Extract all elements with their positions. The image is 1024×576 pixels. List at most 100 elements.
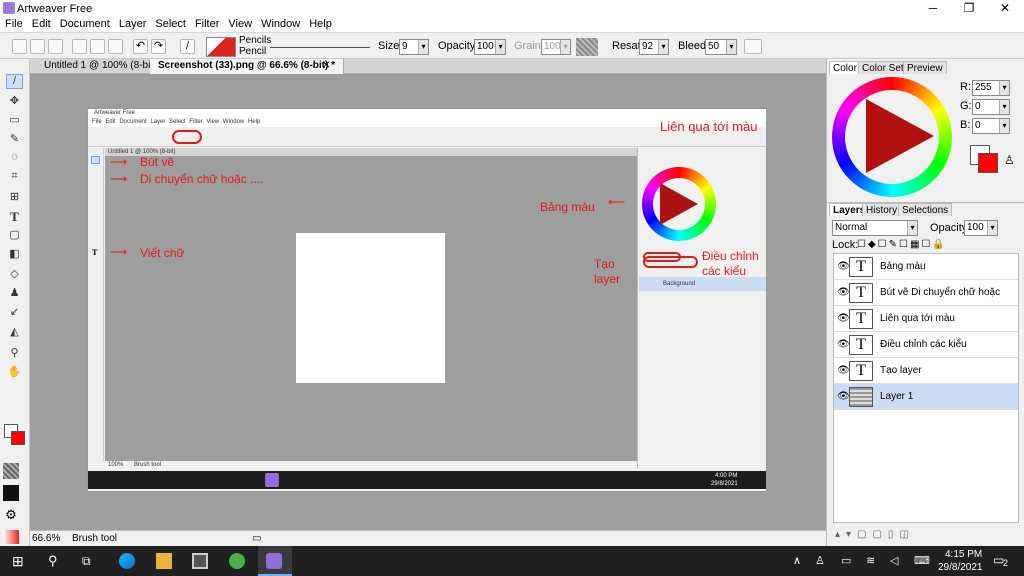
- menu-window[interactable]: Window: [256, 17, 304, 30]
- text-layer-icon: T: [849, 309, 873, 329]
- color-triangle[interactable]: [866, 99, 934, 173]
- move-tool-icon[interactable]: ✥: [6, 94, 23, 109]
- grain-input[interactable]: 100: [541, 39, 571, 55]
- brush-tool-icon[interactable]: /: [6, 74, 23, 89]
- shape-tool-icon[interactable]: ▢: [6, 228, 23, 243]
- zoom-tool-icon[interactable]: ⚲: [6, 346, 23, 361]
- cut-icon[interactable]: [72, 39, 87, 54]
- new-icon[interactable]: [12, 39, 27, 54]
- grain-texture-icon[interactable]: [576, 38, 598, 56]
- gear-icon[interactable]: ⚙: [3, 507, 19, 523]
- blend-mode-select[interactable]: Normal: [832, 220, 918, 236]
- tab-selections[interactable]: Selections: [898, 203, 953, 216]
- rect-select-tool-icon[interactable]: ▭: [6, 113, 23, 128]
- tab-untitled-1[interactable]: Untitled 1 @ 100% (8-bit): [36, 59, 166, 74]
- undo-icon[interactable]: ↶: [133, 39, 148, 54]
- g-input[interactable]: 0: [972, 99, 1010, 115]
- crop-tool-icon[interactable]: ⌗: [6, 170, 23, 185]
- menu-document[interactable]: Document: [55, 17, 114, 30]
- eye-icon[interactable]: 👁: [837, 287, 850, 298]
- r-input[interactable]: 255: [972, 80, 1010, 96]
- gradient-tool-icon[interactable]: ◧: [6, 247, 23, 262]
- lasso-tool-icon[interactable]: ◌: [6, 151, 23, 166]
- b-input[interactable]: 0: [972, 118, 1010, 134]
- status-options-icon[interactable]: ▭: [252, 533, 261, 544]
- resat-input[interactable]: 92: [639, 39, 669, 55]
- menu-filter[interactable]: Filter: [190, 17, 223, 30]
- eye-icon[interactable]: 👁: [837, 261, 850, 272]
- search-icon[interactable]: ⚲: [48, 553, 64, 569]
- task-view-icon[interactable]: ⧉: [82, 553, 98, 569]
- wifi-icon[interactable]: ≋: [866, 554, 875, 567]
- menu-select[interactable]: Select: [150, 17, 190, 30]
- opacity-input[interactable]: 100: [474, 39, 506, 55]
- brush-icon[interactable]: /: [180, 39, 195, 54]
- tab-preview[interactable]: Preview: [903, 61, 947, 74]
- store-icon[interactable]: [192, 553, 208, 569]
- eye-icon[interactable]: 👁: [837, 313, 850, 324]
- size-input[interactable]: 9: [399, 39, 429, 55]
- fill-tool-icon[interactable]: ◭: [6, 325, 23, 340]
- tab-color[interactable]: Color: [829, 61, 861, 74]
- tab-screenshot[interactable]: Screenshot (33).png @ 66.6% (8-bit) *: [150, 59, 345, 74]
- save-icon[interactable]: [48, 39, 63, 54]
- pen-tool-icon[interactable]: ✎: [6, 132, 23, 147]
- file-explorer-icon[interactable]: [156, 553, 172, 569]
- menu-view[interactable]: View: [223, 17, 256, 30]
- hand-tool-icon[interactable]: ✋: [6, 365, 23, 380]
- clock-date[interactable]: 29/8/2021: [938, 562, 983, 573]
- language-icon[interactable]: ⌨: [914, 554, 930, 567]
- battery-icon[interactable]: ▭: [841, 554, 851, 567]
- close-tab-icon[interactable]: ✕: [322, 60, 330, 71]
- menu-layer[interactable]: Layer: [114, 17, 151, 30]
- windows-start-icon[interactable]: ⊞: [12, 553, 28, 569]
- tab-history[interactable]: History: [862, 203, 902, 216]
- eraser-tool-icon[interactable]: ◇: [6, 267, 23, 282]
- edge-icon[interactable]: [119, 553, 135, 569]
- layer-opacity-input[interactable]: 100: [964, 220, 998, 236]
- smudge-tool-icon[interactable]: ♟: [6, 286, 23, 301]
- layer-row-selected[interactable]: 👁 Layer 1: [834, 384, 1018, 410]
- paper-texture-icon[interactable]: [3, 463, 19, 479]
- stamp-tool-icon[interactable]: ⊞: [6, 190, 23, 205]
- close-button[interactable]: ✕: [988, 0, 1022, 17]
- brush-preset-icon[interactable]: [206, 37, 236, 57]
- text-tool-icon[interactable]: T: [6, 209, 23, 224]
- open-icon[interactable]: [30, 39, 45, 54]
- bleed-input[interactable]: 50: [705, 39, 737, 55]
- maximize-button[interactable]: ❐: [952, 0, 986, 17]
- lock-icons[interactable]: ☐◆☐✎☐▦☐🔒: [857, 239, 947, 250]
- eyedropper-tool-icon[interactable]: ↙: [6, 305, 23, 320]
- canvas-image[interactable]: Artweaver Free File Edit Document Layer …: [87, 108, 767, 492]
- chevron-up-icon[interactable]: ∧: [793, 554, 801, 567]
- people-icon[interactable]: ♙: [815, 554, 825, 567]
- layer-row[interactable]: 👁 T Bút vẽ Di chuyển chữ hoặc: [834, 280, 1018, 306]
- volume-icon[interactable]: ◁: [890, 554, 898, 567]
- gradient-preset-icon[interactable]: [3, 530, 19, 544]
- brush-options-icon[interactable]: [744, 39, 762, 54]
- tab-color-set[interactable]: Color Set: [858, 61, 908, 74]
- layer-row[interactable]: 👁 T Liên qua tới màu: [834, 306, 1018, 332]
- redo-icon[interactable]: ↷: [151, 39, 166, 54]
- copy-icon[interactable]: [90, 39, 105, 54]
- layer-row[interactable]: 👁 T Điều chỉnh các kiểu: [834, 332, 1018, 358]
- foreground-color-swatch[interactable]: [11, 431, 25, 445]
- paste-icon[interactable]: [108, 39, 123, 54]
- text-layer-icon: T: [849, 283, 873, 303]
- inner-title: Artweaver Free: [94, 110, 136, 116]
- menu-file[interactable]: File: [0, 17, 27, 30]
- clock-time[interactable]: 4:15 PM: [945, 549, 982, 560]
- menu-help[interactable]: Help: [304, 17, 336, 30]
- minimize-button[interactable]: ─: [916, 0, 950, 17]
- eye-icon[interactable]: 👁: [837, 391, 850, 402]
- menu-edit[interactable]: Edit: [27, 17, 55, 30]
- eye-icon[interactable]: 👁: [837, 339, 850, 350]
- color-fg-swatch[interactable]: [978, 153, 998, 173]
- pattern-icon[interactable]: [3, 485, 19, 501]
- swap-colors-icon[interactable]: ♙: [1004, 153, 1015, 167]
- layer-actions[interactable]: ▴▾▢▢▯◫: [835, 529, 915, 540]
- app-icon[interactable]: [229, 553, 245, 569]
- layer-row[interactable]: 👁 T Bảng màu: [834, 254, 1018, 280]
- eye-icon[interactable]: 👁: [837, 365, 850, 376]
- layer-row[interactable]: 👁 T Tạo layer: [834, 358, 1018, 384]
